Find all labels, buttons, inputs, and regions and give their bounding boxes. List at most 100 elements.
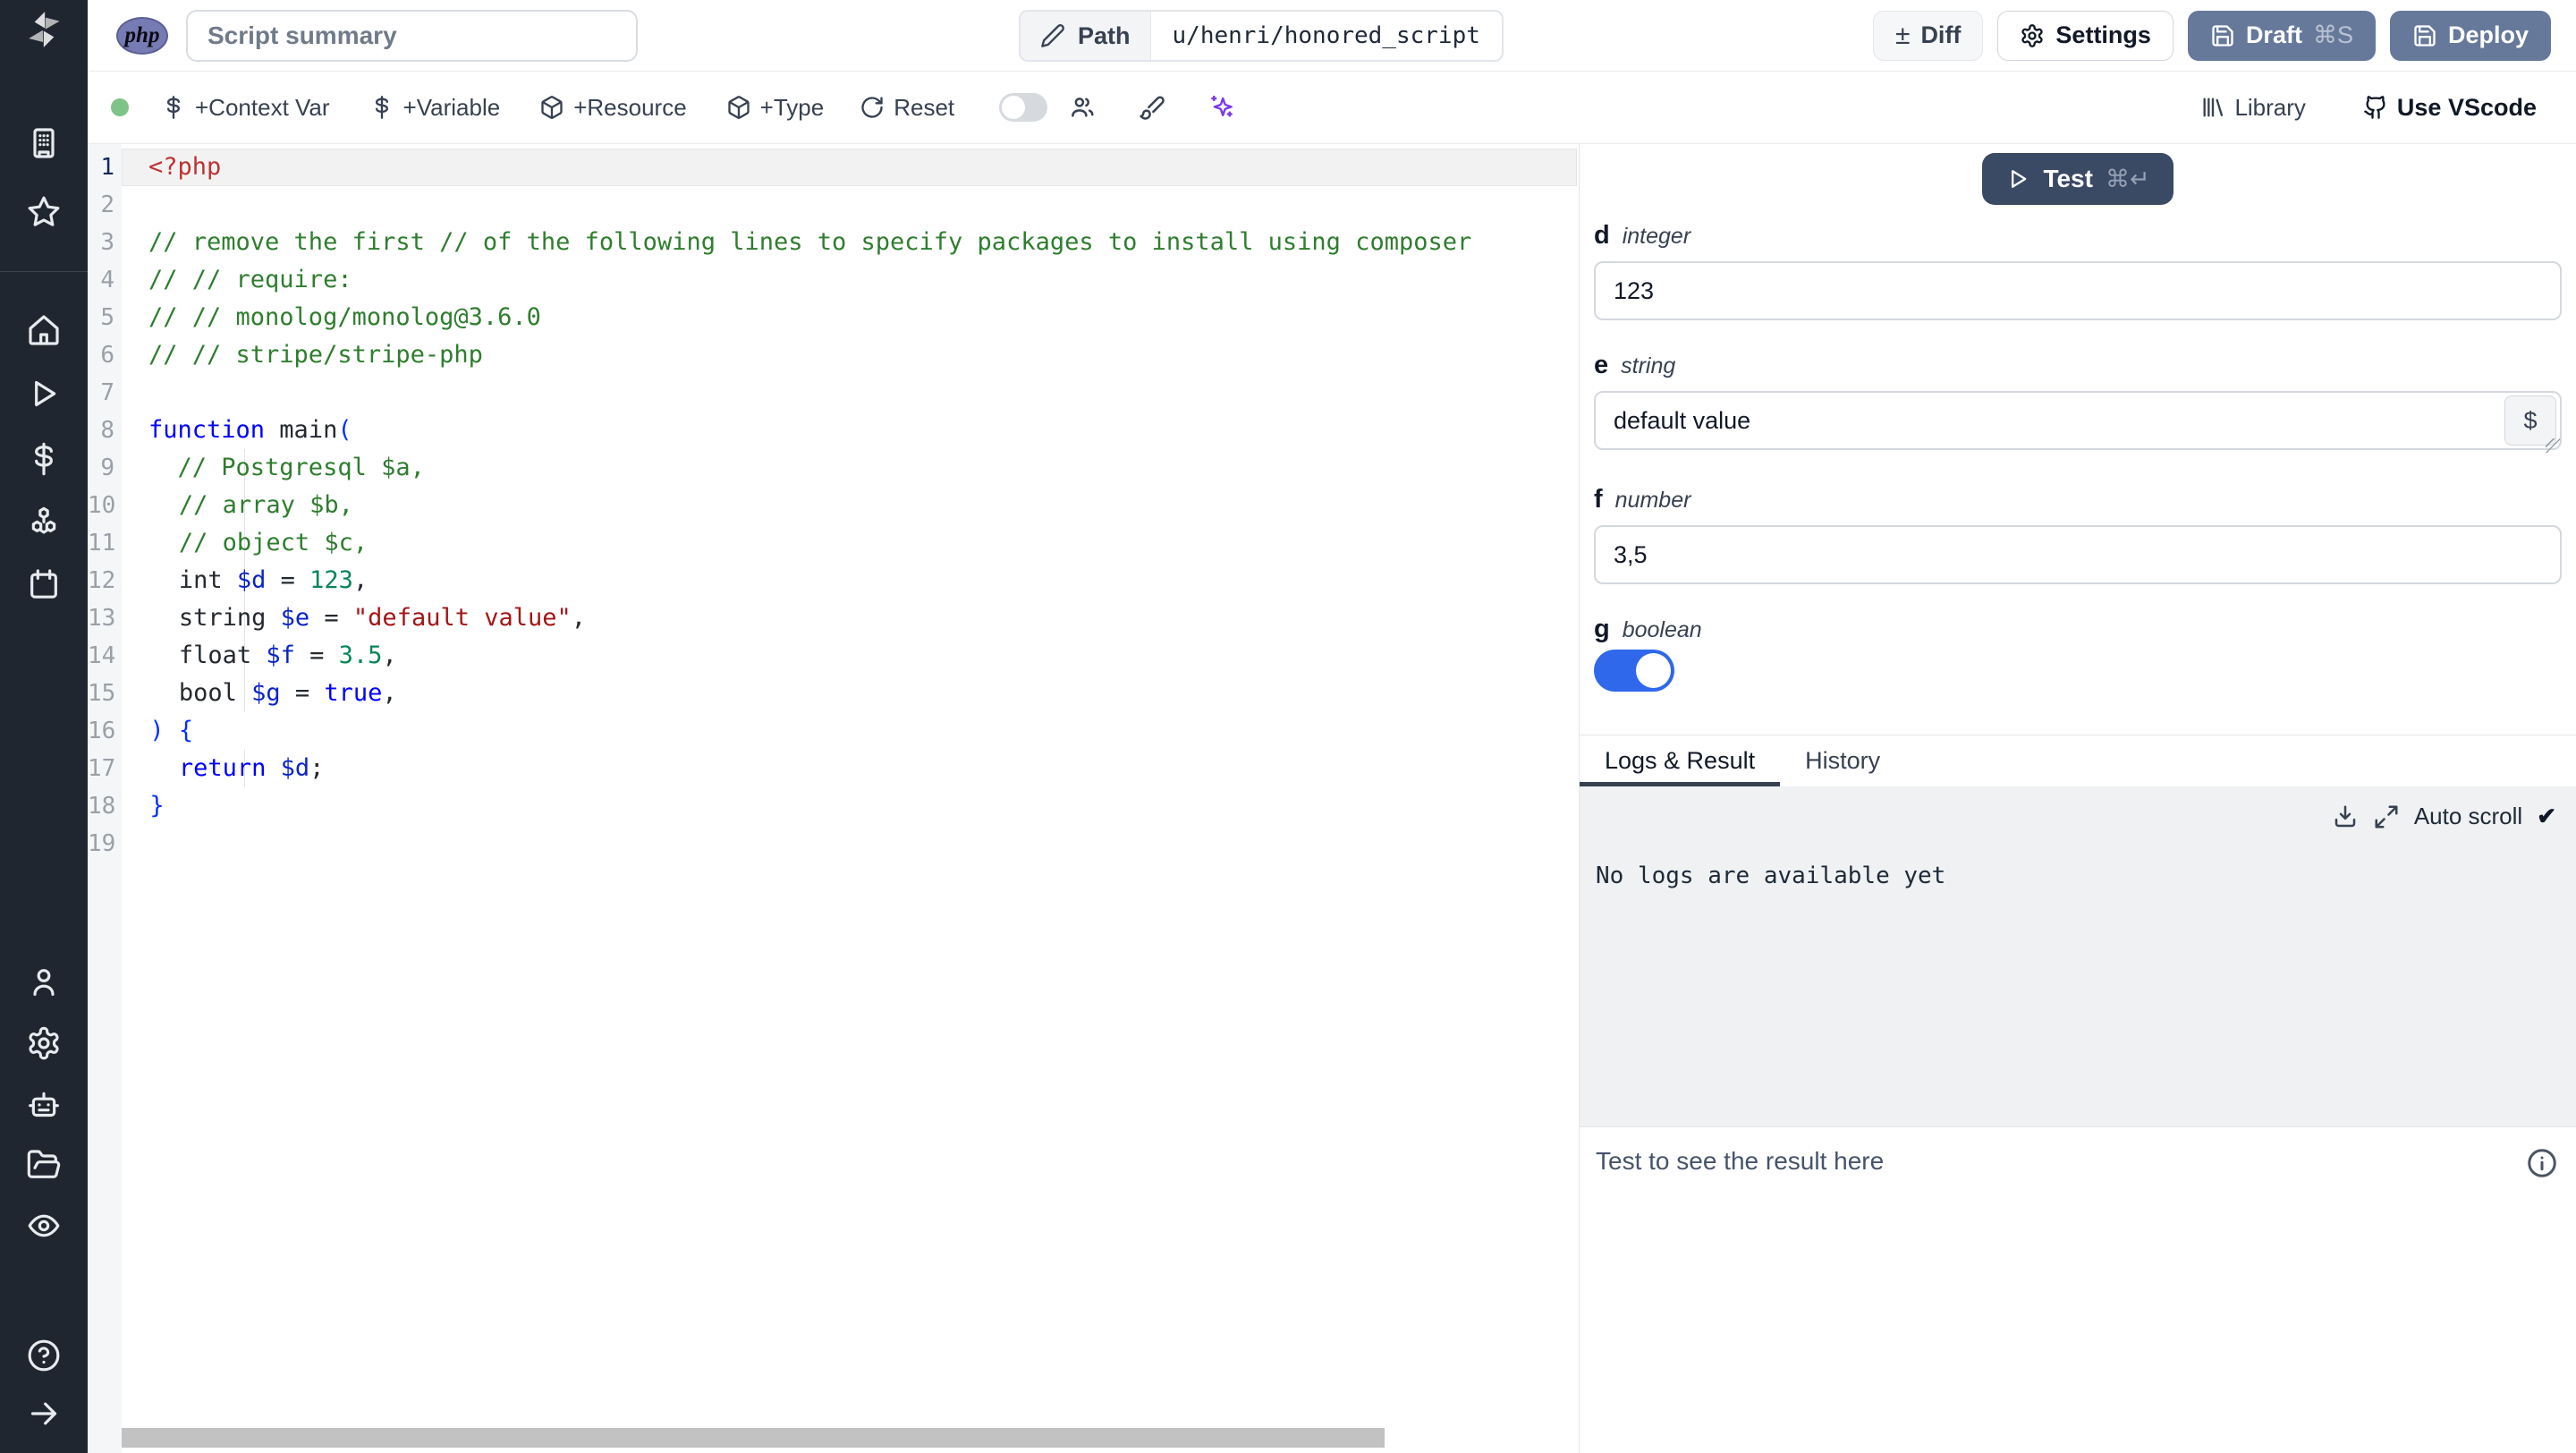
settings-gear-icon[interactable] [25, 1024, 63, 1062]
info-icon[interactable] [2526, 1147, 2558, 1184]
field-d-type: integer [1622, 224, 1691, 249]
logs-panel: Auto scroll ✔ No logs are available yet [1580, 786, 2576, 1126]
variables-dollar-icon[interactable] [25, 440, 63, 478]
favorites-star-icon[interactable] [25, 193, 63, 231]
dollar-icon [167, 96, 180, 119]
test-shortcut: ⌘↵ [2105, 165, 2150, 192]
code-line[interactable]: 18} [88, 787, 1579, 825]
field-f-input[interactable] [1594, 525, 2562, 584]
code-line[interactable]: 2 [88, 186, 1579, 224]
auto-scroll-label[interactable]: Auto scroll [2414, 803, 2522, 830]
test-button-label: Test [2043, 165, 2093, 192]
add-resource-label: +Resource [573, 93, 687, 121]
status-dot [111, 98, 129, 116]
code-line[interactable]: 5// // monolog/monolog@3.6.0 [88, 299, 1579, 336]
settings-button[interactable]: Settings [1997, 10, 2174, 61]
code-line[interactable]: 12 int $d = 123, [88, 562, 1579, 599]
dollar-icon [375, 96, 388, 119]
pencil-icon [1041, 24, 1064, 47]
add-variable-button[interactable]: +Variable [369, 94, 500, 122]
resources-boxes-icon[interactable] [25, 505, 63, 542]
gear-icon [2021, 23, 2044, 47]
folders-icon[interactable] [25, 1146, 63, 1184]
field-f-name: f [1594, 485, 1603, 514]
field-g-name: g [1594, 615, 1610, 643]
draft-button-label: Draft [2245, 21, 2302, 48]
library-icon [2203, 98, 2224, 117]
sidebar-divider [0, 271, 88, 272]
settings-button-label: Settings [2055, 21, 2151, 48]
code-line[interactable]: 13 string $e = "default value", [88, 599, 1579, 637]
multiplayer-toggle[interactable] [999, 93, 1048, 122]
tab-history[interactable]: History [1780, 735, 1905, 786]
code-line[interactable]: 14 float $f = 3.5, [88, 637, 1579, 675]
diff-button[interactable]: ± Diff [1872, 10, 1984, 61]
field-g-type: boolean [1622, 617, 1702, 642]
code-lines: 1 <?php 2 3// remove the first // of the fo… [88, 149, 1579, 862]
draft-button[interactable]: Draft ⌘S [2187, 10, 2376, 61]
reset-label: Reset [894, 93, 955, 121]
field-f: f number [1594, 485, 2562, 584]
code-line[interactable]: 10 // array $b, [88, 487, 1579, 524]
download-logs-icon[interactable] [2332, 803, 2359, 830]
ai-sparkles-icon[interactable] [1207, 92, 1237, 123]
collapse-arrow-icon[interactable] [25, 1395, 63, 1432]
add-context-var-button[interactable]: +Context Var [161, 94, 330, 122]
home-icon[interactable] [25, 311, 63, 349]
code-line[interactable]: 8 function main( [88, 412, 1579, 449]
users-icon[interactable] [1067, 92, 1097, 123]
field-d-name: d [1594, 221, 1610, 250]
help-circle-icon[interactable] [25, 1337, 63, 1374]
add-context-var-label: +Context Var [195, 93, 330, 121]
field-e-textarea[interactable]: default value [1594, 391, 2562, 450]
code-line[interactable]: 4// // require: [88, 261, 1579, 299]
code-line[interactable]: 7 [88, 374, 1579, 412]
user-icon[interactable] [25, 964, 63, 1001]
package-icon [728, 96, 750, 119]
code-line[interactable]: 1 <?php [88, 149, 1579, 186]
code-line[interactable]: 9 // Postgresql $a, [88, 449, 1579, 487]
runs-play-icon[interactable] [25, 375, 63, 412]
windmill-logo-icon[interactable] [23, 9, 64, 50]
path-label: Path [1078, 21, 1131, 49]
script-path[interactable]: Path u/henri/honored_script [1019, 10, 1504, 62]
library-button[interactable]: Library [2200, 94, 2306, 122]
code-line[interactable]: 3// remove the first // of the following… [88, 224, 1579, 261]
workspace-building-icon[interactable] [25, 124, 63, 162]
code-line[interactable]: 6// // stripe/stripe-php [88, 336, 1579, 374]
add-resource-button[interactable]: +Resource [539, 93, 687, 122]
code-line[interactable]: 11 // object $c, [88, 524, 1579, 562]
field-g: g boolean [1594, 615, 2562, 692]
test-button[interactable]: Test ⌘↵ [1982, 153, 2174, 205]
script-summary-input[interactable] [186, 9, 638, 62]
schedules-calendar-icon[interactable] [25, 565, 63, 603]
ai-bot-icon[interactable] [25, 1085, 63, 1123]
editor-toolbar: +Context Var +Variable +Resource +Type R… [88, 72, 2576, 144]
audit-eye-icon[interactable] [25, 1207, 63, 1245]
deploy-button[interactable]: Deploy [2389, 10, 2551, 61]
field-d: d integer [1594, 221, 2562, 320]
field-d-input[interactable] [1594, 261, 2562, 320]
no-logs-message: No logs are available yet [1596, 862, 1946, 889]
expand-logs-icon[interactable] [2373, 803, 2400, 830]
play-icon [2012, 170, 2027, 188]
code-line[interactable]: 19 [88, 825, 1579, 862]
deploy-button-label: Deploy [2447, 21, 2529, 48]
add-type-button[interactable]: +Type [726, 94, 824, 122]
code-editor[interactable]: 1 <?php 2 3// remove the first // of the fo… [88, 144, 1579, 1453]
format-brush-icon[interactable] [1137, 92, 1167, 123]
code-line[interactable]: 16) { [88, 712, 1579, 750]
resize-handle[interactable] [2546, 438, 2560, 453]
result-panel: Test to see the result here [1580, 1126, 2576, 1184]
reset-button[interactable]: Reset [860, 94, 954, 122]
field-e-name: e [1594, 351, 1609, 379]
topbar-actions: ± Diff Settings Draft ⌘S Deploy [1872, 10, 2576, 61]
horizontal-scrollbar[interactable] [122, 1428, 1385, 1448]
code-line[interactable]: 15 bool $g = true, [88, 675, 1579, 712]
tab-logs-result[interactable]: Logs & Result [1580, 735, 1781, 786]
use-vscode-button[interactable]: Use VScode [2363, 94, 2537, 122]
code-line[interactable]: 17 return $d; [88, 750, 1579, 787]
field-g-toggle[interactable] [1594, 650, 1674, 692]
draft-shortcut: ⌘S [2312, 21, 2353, 48]
refresh-icon [861, 97, 883, 118]
